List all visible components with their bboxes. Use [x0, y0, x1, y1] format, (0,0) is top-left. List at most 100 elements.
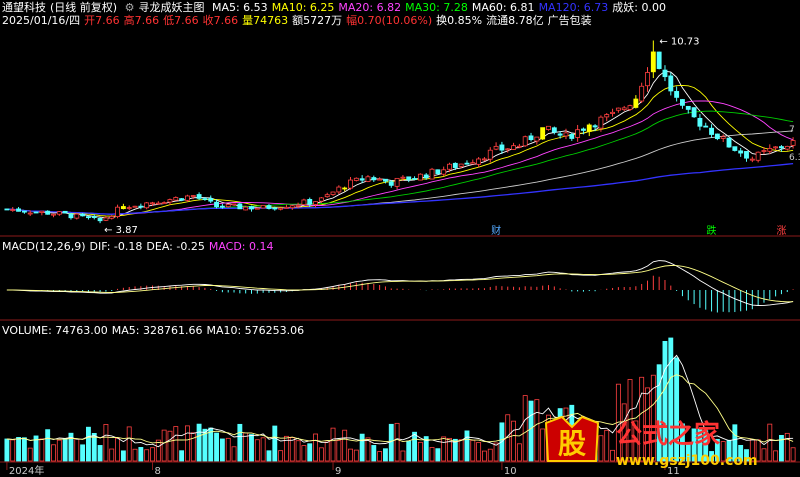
volume-bar [289, 437, 295, 462]
candle-body [773, 146, 779, 149]
candle-body [185, 195, 190, 201]
candle-body [551, 127, 557, 133]
candle-body [365, 176, 371, 182]
candle-body [144, 202, 150, 209]
macd-area [6, 260, 794, 313]
candle-body [668, 75, 674, 92]
ma60-line [6, 130, 794, 215]
info-amount: 额5727万 [292, 14, 343, 27]
ma-value-3: MA30: 7.28 [405, 1, 468, 14]
volume-bar [342, 429, 348, 462]
volume-bar [516, 443, 522, 462]
candle-body [557, 133, 563, 136]
candle-body [371, 177, 377, 181]
volume-bar [173, 426, 179, 462]
candle-body [621, 107, 627, 111]
candle-body [132, 205, 138, 208]
marker-1: 跌 [707, 224, 717, 237]
candle-body [784, 145, 790, 150]
indicator-name[interactable]: 寻龙成妖主图 [138, 1, 204, 14]
candle-body [10, 209, 16, 211]
macd-title[interactable]: MACD(12,26,9) [2, 240, 86, 253]
macd-dea-line [6, 265, 794, 303]
volume-bar [383, 448, 388, 462]
volume-bar [348, 448, 353, 462]
candle-body [662, 69, 668, 78]
candle-body [447, 163, 452, 170]
volume-bar [74, 438, 80, 462]
candle-body [476, 158, 482, 165]
x-label-1: 8 [155, 466, 161, 477]
candle-body [179, 198, 185, 201]
volume-bar [243, 432, 249, 462]
volume-bar [301, 445, 307, 462]
ma-value-4: MA60: 6.81 [471, 1, 535, 14]
candle-body [74, 213, 80, 219]
volume-bar [371, 445, 377, 462]
volume-bar [115, 437, 120, 462]
candle-body [161, 202, 167, 205]
right-label-0: 7 [789, 125, 795, 135]
volume-bar [318, 447, 324, 462]
candle-body [744, 151, 749, 159]
volume-bar [144, 449, 150, 462]
candle-body [412, 178, 417, 180]
candle-body [155, 202, 161, 205]
candle-body [435, 169, 441, 175]
candle-body [767, 148, 773, 152]
candle-body [68, 213, 74, 219]
max-price-label: ← 10.73 [659, 37, 699, 48]
candle-body [86, 216, 91, 219]
watermark-brand: 公式之家 [616, 419, 720, 450]
volume-bar [534, 399, 540, 462]
volume-bar [150, 447, 155, 462]
volume-bar [272, 425, 278, 462]
volume-bar [126, 426, 132, 462]
candle-body [377, 178, 383, 181]
candle-body [598, 116, 604, 129]
info-header: 2025/01/16/四 开7.66 高7.66 低7.66 收7.66 量74763 额5… [2, 14, 596, 27]
candle-body [586, 124, 592, 132]
candle-body [423, 174, 429, 179]
candle-body [342, 187, 348, 190]
volume-bar [208, 427, 214, 462]
candle-body [627, 105, 633, 110]
volume-bar [219, 438, 225, 462]
volume-title[interactable]: VOLUME: 74763.00 [2, 324, 108, 337]
volume-bar [231, 446, 237, 462]
candle-body [266, 205, 272, 209]
candle-body [470, 162, 476, 165]
candle-body [173, 197, 179, 201]
info-change: 幅0.70(10.06%) [346, 14, 433, 27]
candle-body [91, 216, 97, 218]
ma-value-1: MA10: 6.25 [271, 1, 335, 14]
x-label-0: 2024年 [9, 464, 44, 477]
volume-bar [237, 423, 243, 462]
x-label-2: 9 [335, 466, 341, 477]
candle-body [219, 205, 225, 208]
candle-body [790, 140, 796, 146]
watermark-url: www.gszj100.com [616, 453, 758, 469]
candle-body [353, 177, 359, 181]
info-open: 开7.66 [84, 14, 120, 27]
candle-body [633, 98, 639, 108]
candle-body [645, 72, 650, 87]
info-high: 高7.66 [123, 14, 160, 27]
candle-body [610, 111, 615, 114]
volume-bar [132, 448, 138, 462]
candle-body [581, 128, 586, 131]
volume-ma5: MA5: 328761.66 [111, 324, 203, 337]
ma-value-2: MA20: 6.82 [338, 1, 402, 14]
candle-body [429, 168, 435, 180]
candle-body [755, 151, 761, 161]
info-date: 2025/01/16/四 [2, 14, 81, 27]
volume-bar [62, 438, 68, 462]
ma20-line [6, 100, 794, 215]
candle-body [592, 125, 598, 128]
volume-header: VOLUME: 74763.00 MA5: 328761.66 MA10: 5762… [2, 324, 308, 337]
candle-body [505, 148, 511, 151]
volume-bar [185, 425, 190, 462]
settings-icon[interactable]: ⚙ [125, 1, 135, 14]
volume-bar [97, 445, 103, 462]
right-label-1: 6.3 [789, 153, 800, 163]
